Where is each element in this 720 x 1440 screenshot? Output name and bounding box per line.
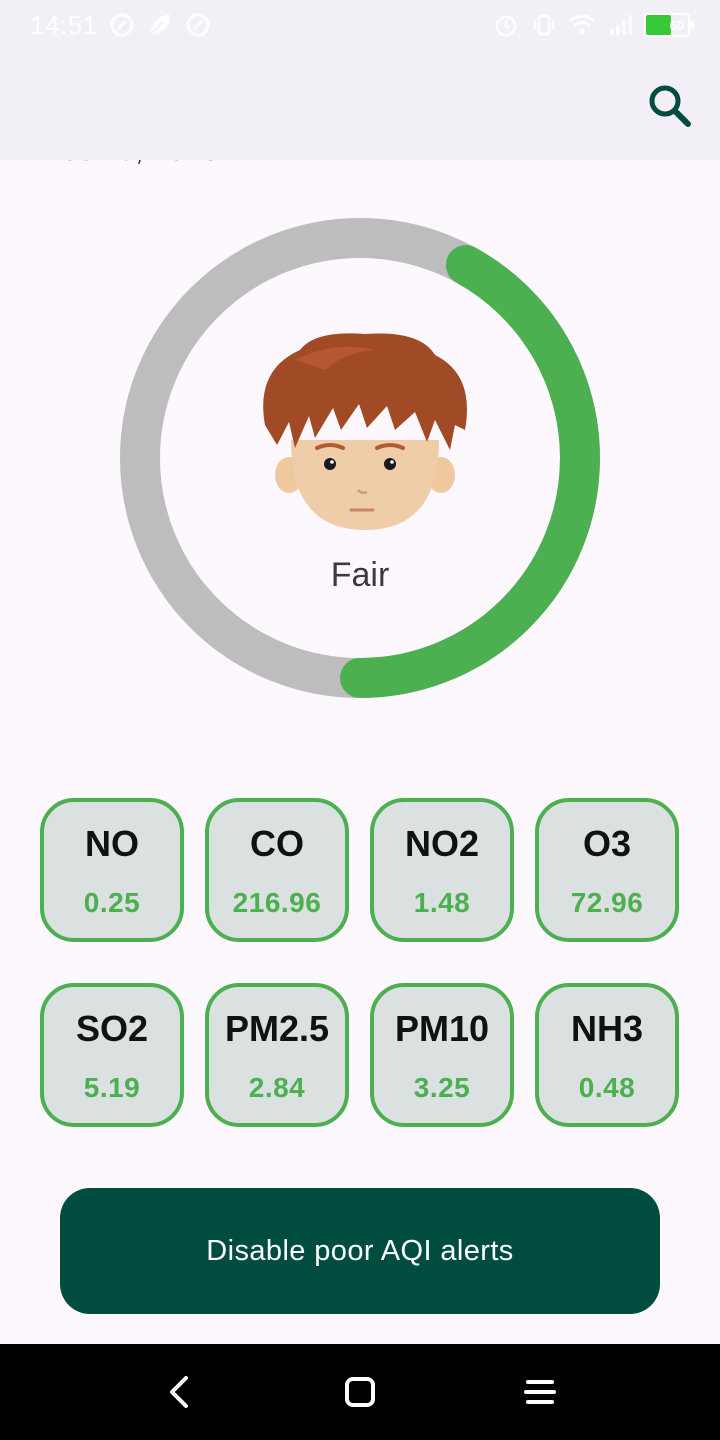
pollutant-name: NO2: [404, 823, 480, 864]
notification-app-icon: [108, 11, 136, 39]
main-content[interactable]: Dec 19, 2023 Fair NO 0.25 CO 216.96 NO2 1.48 O…: [0, 160, 720, 1344]
signal-icon: [606, 11, 634, 39]
notification-app-icon: [184, 11, 212, 39]
back-icon: [170, 1376, 188, 1408]
pollutant-card[interactable]: NH3 0.48: [535, 983, 679, 1127]
alarm-icon: [492, 11, 520, 39]
pollutant-name: CO: [250, 823, 304, 864]
pollutant-name: NO: [85, 823, 139, 864]
status-time: 14:51: [30, 9, 98, 40]
back-button[interactable]: [156, 1368, 204, 1416]
status-right: 60: [492, 11, 694, 39]
pollutant-value: 2.84: [248, 1072, 306, 1103]
pollutant-value: 3.25: [413, 1072, 471, 1103]
pollutant-card[interactable]: O3 72.96: [535, 798, 679, 942]
pollutant-card[interactable]: NO 0.25: [40, 798, 184, 942]
pollutant-card[interactable]: CO 216.96: [205, 798, 349, 942]
pollutant-value: 0.48: [578, 1072, 636, 1103]
pollutant-value: 216.96: [232, 887, 322, 918]
pollutant-card[interactable]: NO2 1.48: [370, 798, 514, 942]
pollutant-value: 1.48: [413, 887, 471, 918]
search-icon: [649, 85, 691, 127]
pollutant-value: 5.19: [83, 1072, 141, 1103]
aqi-status-label: Fair: [330, 556, 390, 594]
fair-face-icon: [263, 333, 467, 530]
pollutant-name: NH3: [570, 1008, 644, 1049]
pollutant-name: SO2: [75, 1008, 149, 1049]
pollutant-value: 0.25: [83, 887, 141, 918]
app-bar: [0, 50, 720, 160]
battery-fill: [646, 15, 672, 35]
status-bar: 14:51 60: [0, 0, 720, 50]
pollutant-card[interactable]: SO2 5.19: [40, 983, 184, 1127]
pollutant-name: PM10: [394, 1008, 490, 1049]
battery-charging-icon: 60: [644, 13, 694, 37]
battery-level: 60: [669, 17, 684, 33]
menu-icon: [524, 1380, 556, 1404]
date-header: Dec 19, 2023: [40, 160, 218, 168]
wifi-icon: [568, 11, 596, 39]
pollutant-name: O3: [582, 823, 632, 864]
disable-alerts-button[interactable]: Disable poor AQI alerts: [60, 1188, 660, 1314]
menu-button[interactable]: [516, 1368, 564, 1416]
home-button[interactable]: [336, 1368, 384, 1416]
vibrate-icon: [530, 11, 558, 39]
leaf-icon: [146, 11, 174, 39]
pollutant-value: 72.96: [570, 887, 644, 918]
pollutant-card[interactable]: PM10 3.25: [370, 983, 514, 1127]
home-icon: [345, 1377, 375, 1407]
status-left: 14:51: [30, 10, 212, 41]
pollutant-card[interactable]: PM2.5 2.84: [205, 983, 349, 1127]
search-button[interactable]: [642, 78, 698, 134]
navigation-bar: [0, 1344, 720, 1440]
pollutant-grid: NO 0.25 CO 216.96 NO2 1.48 O3 72.96 SO2 5.19 PM2.5…: [40, 798, 680, 1127]
pollutant-name: PM2.5: [224, 1008, 330, 1049]
